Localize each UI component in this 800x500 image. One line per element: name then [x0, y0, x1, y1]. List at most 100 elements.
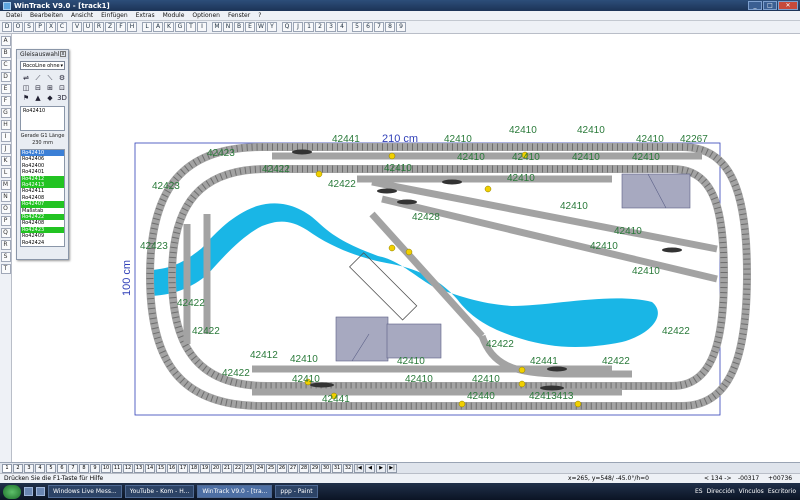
- toolbar-button-icon[interactable]: F: [116, 22, 126, 32]
- toolbar-button-icon[interactable]: Q: [282, 22, 292, 32]
- left-tool-icon[interactable]: E: [0, 84, 11, 94]
- menu-bearbeiten[interactable]: Bearbeiten: [26, 12, 67, 19]
- palette-tool-icon[interactable]: 3D: [57, 94, 67, 102]
- page-tab[interactable]: 28: [299, 463, 309, 473]
- left-tool-icon[interactable]: D: [0, 72, 11, 82]
- menu-einfuegen[interactable]: Einfügen: [97, 12, 131, 19]
- language-indicator[interactable]: ES: [695, 488, 703, 495]
- toolbar-button-icon[interactable]: R: [94, 22, 104, 32]
- toolbar-button-icon[interactable]: W: [256, 22, 266, 32]
- toolbar-button-icon[interactable]: I: [197, 22, 207, 32]
- page-tab[interactable]: 4: [35, 463, 45, 473]
- toolbar-button-icon[interactable]: O: [13, 22, 23, 32]
- toolbar-button-icon[interactable]: C: [57, 22, 67, 32]
- page-tab[interactable]: 1: [2, 463, 12, 473]
- page-tab[interactable]: 2: [13, 463, 23, 473]
- toolbar-button-icon[interactable]: D: [2, 22, 12, 32]
- page-tab[interactable]: 20: [211, 463, 221, 473]
- left-tool-icon[interactable]: B: [0, 48, 11, 58]
- toolbar-button-icon[interactable]: S: [24, 22, 34, 32]
- taskbar-item[interactable]: YouTube - Kom - H...: [124, 485, 195, 498]
- page-tab[interactable]: 24: [255, 463, 265, 473]
- toolbar-button-icon[interactable]: M: [212, 22, 222, 32]
- toolbar-button-icon[interactable]: 3: [326, 22, 336, 32]
- palette-tool-icon[interactable]: ⚑: [21, 94, 31, 102]
- track-part-list-item[interactable]: Ro42436: [21, 246, 64, 247]
- menu-help[interactable]: ?: [254, 12, 265, 19]
- toolbar-button-icon[interactable]: K: [164, 22, 174, 32]
- quick-launch-icon[interactable]: [36, 487, 45, 496]
- menu-fenster[interactable]: Fenster: [224, 12, 254, 19]
- left-tool-icon[interactable]: G: [0, 108, 11, 118]
- page-tab[interactable]: 17: [178, 463, 188, 473]
- toolbar-button-icon[interactable]: V: [72, 22, 82, 32]
- page-tab[interactable]: 13: [134, 463, 144, 473]
- palette-close-icon[interactable]: x: [60, 51, 66, 57]
- toolbar-button-icon[interactable]: T: [186, 22, 196, 32]
- minimize-button[interactable]: _: [748, 1, 762, 10]
- toolbar-button-icon[interactable]: A: [153, 22, 163, 32]
- palette-tool-icon[interactable]: ▲: [33, 94, 43, 102]
- toolbar-button-icon[interactable]: X: [46, 22, 56, 32]
- palette-tool-icon[interactable]: ⊡: [57, 84, 67, 92]
- start-button[interactable]: [3, 484, 21, 499]
- toolbar-button-icon[interactable]: Z: [105, 22, 115, 32]
- palette-tool-icon[interactable]: ⚙: [57, 74, 67, 82]
- left-tool-icon[interactable]: F: [0, 96, 11, 106]
- track-plan[interactable]: 210 cm 100 cm 42441 42410 42410 42410 42…: [12, 34, 800, 462]
- toolbar-button-icon[interactable]: P: [35, 22, 45, 32]
- taskbar-item[interactable]: ppp - Paint: [275, 485, 318, 498]
- quick-launch-icon[interactable]: [24, 487, 33, 496]
- toolbar-button-icon[interactable]: Y: [267, 22, 277, 32]
- page-tab[interactable]: 22: [233, 463, 243, 473]
- page-tab[interactable]: 12: [123, 463, 133, 473]
- toolbar-button-icon[interactable]: 8: [385, 22, 395, 32]
- taskbar-item[interactable]: Windows Live Mess...: [48, 485, 122, 498]
- menu-datei[interactable]: Datei: [2, 12, 26, 19]
- page-tab[interactable]: 27: [288, 463, 298, 473]
- toolbar-button-icon[interactable]: 5: [352, 22, 362, 32]
- left-tool-icon[interactable]: L: [0, 168, 11, 178]
- chevron-down-icon[interactable]: ▾: [60, 62, 63, 70]
- palette-tool-icon[interactable]: ⟋: [33, 74, 43, 82]
- toolbar-button-icon[interactable]: N: [223, 22, 233, 32]
- page-tab[interactable]: 23: [244, 463, 254, 473]
- close-button[interactable]: ✕: [778, 1, 798, 10]
- toolbar-button-icon[interactable]: E: [245, 22, 255, 32]
- track-part-list[interactable]: Ro42410 Ro42406 Ro42400 Ro42401 Ro42412 Ro424…: [20, 149, 65, 247]
- page-tab[interactable]: 18: [189, 463, 199, 473]
- page-tab[interactable]: 3: [24, 463, 34, 473]
- page-tab[interactable]: 29: [310, 463, 320, 473]
- links-toolbar[interactable]: Vínculos: [739, 488, 764, 495]
- page-tab[interactable]: 25: [266, 463, 276, 473]
- page-tab[interactable]: 16: [167, 463, 177, 473]
- toolbar-button-icon[interactable]: 7: [374, 22, 384, 32]
- left-tool-icon[interactable]: A: [0, 36, 11, 46]
- palette-tool-icon[interactable]: ⊟: [33, 84, 43, 92]
- left-tool-icon[interactable]: K: [0, 156, 11, 166]
- page-tab[interactable]: 19: [200, 463, 210, 473]
- menu-ansicht[interactable]: Ansicht: [67, 12, 97, 19]
- left-tool-icon[interactable]: Q: [0, 228, 11, 238]
- toolbar-button-icon[interactable]: 6: [363, 22, 373, 32]
- desktop-toolbar[interactable]: Escritorio: [768, 488, 796, 495]
- palette-tool-icon[interactable]: ⊞: [45, 84, 55, 92]
- page-tab[interactable]: 10: [101, 463, 111, 473]
- toolbar-button-icon[interactable]: 9: [396, 22, 406, 32]
- palette-tool-icon[interactable]: ⟍: [45, 74, 55, 82]
- toolbar-button-icon[interactable]: G: [175, 22, 185, 32]
- toolbar-button-icon[interactable]: 4: [337, 22, 347, 32]
- page-tab[interactable]: 8: [79, 463, 89, 473]
- left-tool-icon[interactable]: I: [0, 132, 11, 142]
- palette-tool-icon[interactable]: ⇌: [21, 74, 31, 82]
- left-tool-icon[interactable]: C: [0, 60, 11, 70]
- page-tab[interactable]: 6: [57, 463, 67, 473]
- palette-tool-icon[interactable]: ◆: [45, 94, 55, 102]
- left-tool-icon[interactable]: H: [0, 120, 11, 130]
- page-tab[interactable]: 11: [112, 463, 122, 473]
- address-toolbar[interactable]: Dirección: [707, 488, 735, 495]
- toolbar-button-icon[interactable]: 1: [304, 22, 314, 32]
- palette-tool-icon[interactable]: ◫: [21, 84, 31, 92]
- layout-canvas[interactable]: 210 cm 100 cm 42441 42410 42410 42410 42…: [12, 34, 800, 462]
- page-tab[interactable]: 7: [68, 463, 78, 473]
